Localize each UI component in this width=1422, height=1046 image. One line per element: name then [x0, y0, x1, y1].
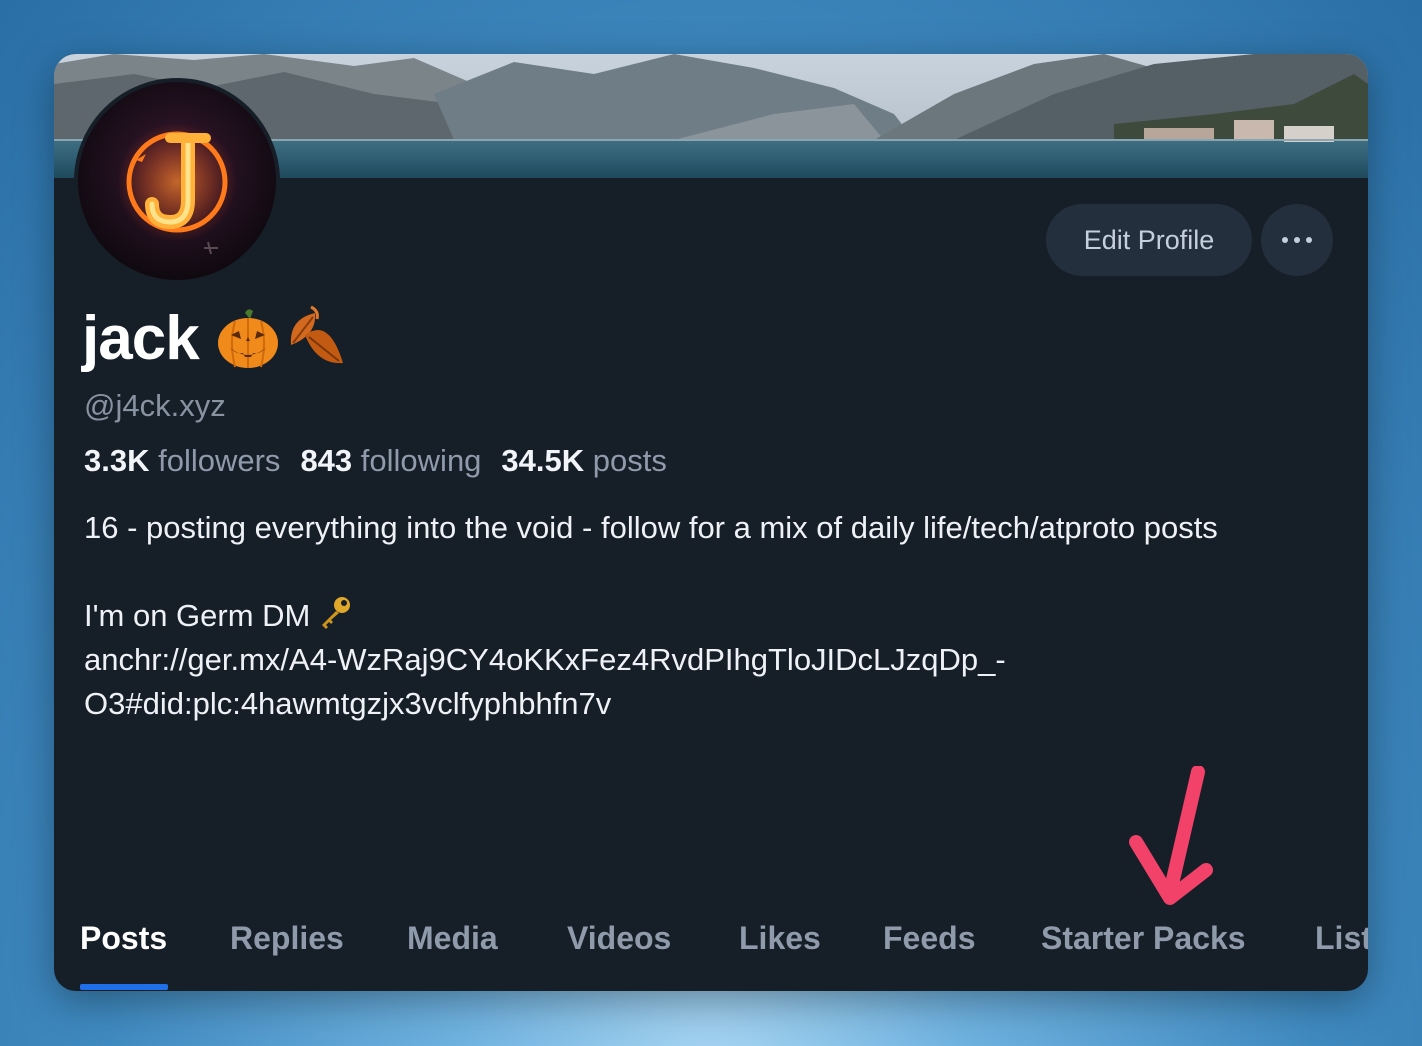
- tab-videos[interactable]: Videos: [567, 920, 671, 957]
- bio-line-4: O3#did:plc:4hawmtgzjx3vclfyphbhfn7v: [84, 686, 612, 721]
- jack-o-lantern-icon: [217, 309, 278, 368]
- tab-media[interactable]: Media: [407, 920, 498, 957]
- tab-replies[interactable]: Replies: [230, 920, 344, 957]
- following-count: 843: [300, 443, 353, 478]
- tab-starter-packs[interactable]: Starter Packs: [1041, 920, 1246, 957]
- followers-stat[interactable]: 3.3K followers: [84, 443, 280, 479]
- followers-label: followers: [158, 443, 281, 478]
- bio-line-2: I'm on Germ DM: [84, 594, 1334, 638]
- profile-card: Edit Profile jack @j4ck.xyz 3.3K followe…: [54, 54, 1368, 991]
- following-label: following: [360, 443, 482, 478]
- arrow-annotation-icon: [1129, 766, 1213, 905]
- display-name: jack: [82, 303, 200, 373]
- following-stat[interactable]: 843 following: [300, 443, 481, 479]
- followers-count: 3.3K: [84, 443, 150, 478]
- posts-count: 34.5K: [501, 443, 585, 478]
- display-name-row: jack: [82, 300, 347, 376]
- active-tab-indicator: [80, 984, 168, 990]
- edit-profile-button[interactable]: Edit Profile: [1046, 204, 1252, 276]
- posts-stat: 34.5K posts: [501, 443, 666, 479]
- more-options-button[interactable]: [1261, 204, 1333, 276]
- bio-line-1: 16 - posting everything into the void - …: [84, 510, 1218, 545]
- tab-feeds[interactable]: Feeds: [883, 920, 975, 957]
- bio-link[interactable]: anchr://ger.mx/A4-WzRaj9CY4oKKxFez4RvdPI…: [84, 638, 1334, 682]
- fallen-leaf-icon: [290, 305, 343, 364]
- avatar[interactable]: [74, 78, 280, 284]
- tab-lists[interactable]: Lists: [1315, 920, 1368, 957]
- profile-bio: 16 - posting everything into the void - …: [84, 506, 1334, 726]
- name-emojis: [215, 305, 347, 371]
- handle: @j4ck.xyz: [84, 388, 226, 423]
- key-icon: [322, 597, 351, 629]
- tab-posts[interactable]: Posts: [80, 920, 167, 957]
- profile-stats: 3.3K followers 843 following 34.5K posts: [84, 443, 667, 479]
- more-options-icon: [1282, 237, 1288, 243]
- tab-likes[interactable]: Likes: [739, 920, 821, 957]
- posts-label: posts: [592, 443, 667, 478]
- profile-tabs: Posts Replies Media Videos Likes Feeds S…: [54, 904, 1368, 991]
